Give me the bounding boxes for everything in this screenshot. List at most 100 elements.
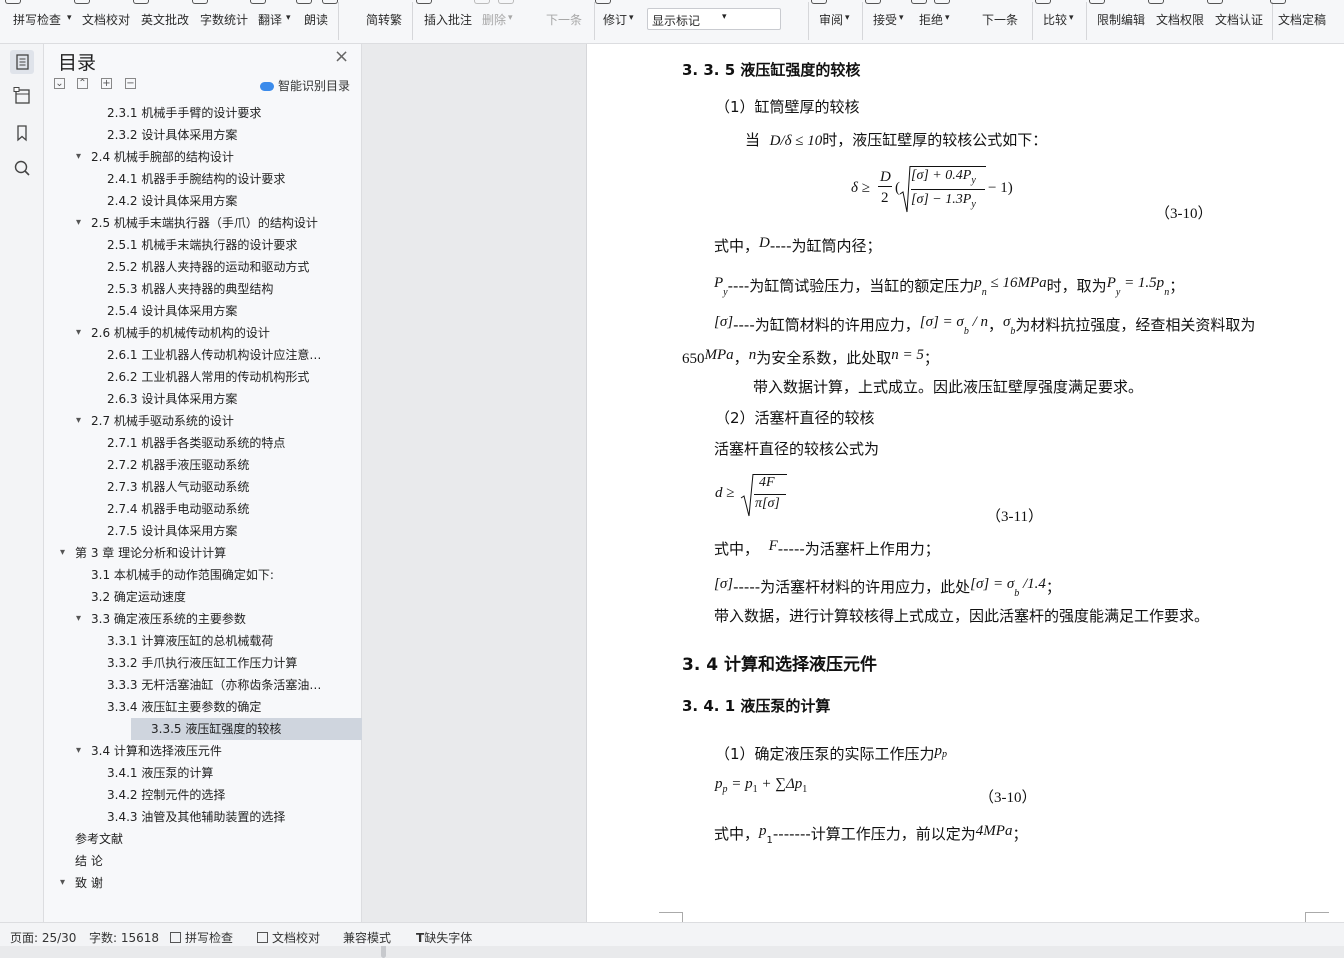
toc-item[interactable]: 3.3.3 无杆活塞油缸（亦称齿条活塞油缸）	[107, 674, 323, 696]
checkbox-icon	[257, 932, 268, 943]
missing-font-button[interactable]: T缺失字体	[416, 929, 472, 946]
toc-item[interactable]: 3.4.3 油管及其他辅助装置的选择	[107, 806, 375, 828]
chevron-down-icon: ▾	[67, 13, 72, 23]
toc-item[interactable]: 2.5.3 机器人夹持器的典型结构	[107, 278, 375, 300]
chevron-down-icon[interactable]: ▾	[60, 872, 65, 894]
toc-panel: 目录 × ⌄ ⌃ + − 智能识别目录 2.3.1 机械手手臂的设计要求 2.3…	[44, 44, 386, 958]
accept-icon	[865, 0, 881, 4]
chevron-down-icon[interactable]: ▾	[76, 740, 81, 762]
toc-item[interactable]: 2.6.3 设计具体采用方案	[107, 388, 375, 410]
chevron-down-icon[interactable]: ▾	[76, 608, 81, 630]
smart-toc-button[interactable]: 智能识别目录	[260, 77, 350, 94]
toc-item[interactable]: 2.3.1 机械手手臂的设计要求	[107, 102, 375, 124]
toc-title: 目录	[58, 52, 97, 74]
chevron-down-icon[interactable]: ▾	[76, 410, 81, 432]
doc-proof-toggle[interactable]: 文档校对	[257, 929, 320, 946]
document-page[interactable]: 3. 3. 5 液压缸强度的较核 （1）缸筒壁厚的较核 当 D/δ ≤ 10时，…	[586, 44, 1344, 922]
section-nav-button[interactable]	[10, 84, 34, 108]
chevron-down-icon: ▾	[286, 13, 291, 23]
toc-item[interactable]: 2.7.2 机器手液压驱动系统	[107, 454, 375, 476]
document-outline-icon	[16, 54, 29, 70]
paragraph: 式中， F-----为活塞杆上作用力；	[714, 538, 940, 558]
proof-icon	[74, 0, 90, 4]
chevron-down-icon: ▾	[629, 13, 634, 23]
toc-item[interactable]: 2.5.2 机器人夹持器的运动和驱动方式	[107, 256, 375, 278]
bookmark-button[interactable]	[10, 121, 34, 145]
page-corner-mark	[1305, 912, 1329, 922]
spell-check-toggle[interactable]: 拼写检查	[170, 929, 233, 946]
chevron-down-icon[interactable]: ▾	[76, 146, 81, 168]
toc-item[interactable]: 3.3 确定液压系统的主要参数	[91, 608, 375, 630]
toc-item[interactable]: 3.3.1 计算液压缸的总机械载荷	[107, 630, 375, 652]
toc-item[interactable]: 2.6.1 工业机器人传动机构设计应注意的问题	[107, 344, 331, 366]
toc-item[interactable]: 2.7.5 设计具体采用方案	[107, 520, 375, 542]
toc-item[interactable]: 3.4.2 控制元件的选择	[107, 784, 375, 806]
expand-up-icon[interactable]: ⌃	[77, 78, 88, 89]
review-icon	[811, 0, 827, 4]
toc-item[interactable]: 2.7.1 机器手各类驱动系统的特点	[107, 432, 375, 454]
toc-item[interactable]: 2.7 机械手驱动系统的设计	[91, 410, 375, 432]
chevron-down-icon[interactable]: ▾	[76, 212, 81, 234]
toc-item[interactable]: 2.7.3 机器人气动驱动系统	[107, 476, 375, 498]
toc-item[interactable]: 2.3.2 设计具体采用方案	[107, 124, 375, 146]
equation-wall-thickness: δ ≥ D 2 ( [σ] + 0.4Py [σ] − 1.3Py − 1)	[851, 164, 1021, 220]
toc-item[interactable]: 致 谢	[75, 872, 375, 894]
compat-mode-indicator: 兼容模式	[343, 931, 392, 945]
toc-item[interactable]: 2.5 机械手末端执行器（手爪）的结构设计	[91, 212, 375, 234]
finalize-icon	[1270, 0, 1286, 4]
toc-item[interactable]: 2.4.2 设计具体采用方案	[107, 190, 375, 212]
section-heading-3-4: 3. 4 计算和选择液压元件	[682, 655, 877, 675]
toc-item[interactable]: 2.7.4 机器手电动驱动系统	[107, 498, 375, 520]
chevron-down-icon: ▾	[722, 12, 727, 22]
paragraph: 带入数据，进行计算较核得上式成立，因此活塞杆的强度能满足工作要求。	[714, 607, 1210, 625]
search-button[interactable]	[10, 156, 34, 180]
toc-item[interactable]: 2.6 机械手的机械传动机构的设计	[91, 322, 375, 344]
toc-item[interactable]: 3.4.1 液压泵的计算	[107, 762, 375, 784]
chevron-down-icon[interactable]: ▾	[60, 542, 65, 564]
toc-item[interactable]: 参考文献	[75, 828, 375, 850]
toc-item[interactable]: 2.5.1 机械手末端执行器的设计要求	[107, 234, 375, 256]
section-heading-3-3-5: 3. 3. 5 液压缸强度的较核	[682, 61, 861, 79]
equation-rod-diameter: d ≥ 4F π[σ]	[715, 472, 805, 522]
count-icon	[192, 0, 208, 4]
equation-pump-pressure: pp = p1 + ∑Δp1	[715, 776, 808, 795]
toc-item[interactable]: 2.6.2 工业机器人常用的传动机构形式	[107, 366, 375, 388]
toc-item[interactable]: 2.4.1 机器手手腕结构的设计要求	[107, 168, 375, 190]
revision-icon	[595, 0, 611, 4]
toc-item[interactable]: 3.4 计算和选择液压元件	[91, 740, 375, 762]
checkbox-icon	[170, 932, 181, 943]
toc-item[interactable]: 3.1 本机械手的动作范围确定如下:	[91, 564, 375, 586]
toc-item[interactable]: 第 3 章 理论分析和设计计算	[75, 542, 375, 564]
chevron-down-icon[interactable]: ▾	[76, 322, 81, 344]
chevron-down-icon: ▾	[845, 13, 850, 23]
word-count-indicator[interactable]: 字数: 15618	[89, 929, 159, 946]
paragraph: 式中，p1-------计算工作压力，前以定为4MPa；	[714, 823, 1028, 846]
toc-item[interactable]: 3.3.4 液压缸主要参数的确定	[107, 696, 375, 718]
toc-item[interactable]: 结 论	[75, 850, 375, 872]
paragraph: 当 D/δ ≤ 10时，液压缸壁厚的较核公式如下：	[745, 131, 1048, 149]
page-corner-mark	[659, 912, 683, 922]
ribbon-separator	[862, 2, 863, 40]
page-indicator[interactable]: 页面: 25/30	[10, 929, 76, 946]
toc-item-selected[interactable]: 3.3.5 液压缸强度的较核	[131, 718, 380, 740]
toc-item[interactable]: 2.5.4 设计具体采用方案	[107, 300, 375, 322]
ribbon-separator	[412, 2, 413, 40]
next-icon	[934, 0, 950, 4]
font-icon: T	[416, 931, 425, 945]
toc-item[interactable]: 3.3.2 手爪执行液压缸工作压力计算	[107, 652, 375, 674]
toc-panel-button[interactable]	[10, 50, 34, 74]
convert-icon	[322, 0, 338, 4]
remove-heading-icon[interactable]: −	[125, 78, 136, 89]
chevron-down-icon: ▾	[899, 13, 904, 23]
close-icon[interactable]: ×	[334, 46, 349, 67]
show-markup-dropdown[interactable]: 显示标记 ▾	[647, 8, 781, 30]
toc-item[interactable]: 2.4 机械手腕部的结构设计	[91, 146, 375, 168]
add-heading-icon[interactable]: +	[101, 78, 112, 89]
reject-icon	[911, 0, 927, 4]
toc-item[interactable]: 3.2 确定运动速度	[91, 586, 375, 608]
english-icon	[133, 0, 149, 4]
translate-icon	[250, 0, 266, 4]
collapse-all-icon[interactable]: ⌄	[54, 78, 65, 89]
equation-number: （3-11）	[986, 509, 1043, 525]
bookmark-icon	[17, 125, 27, 142]
